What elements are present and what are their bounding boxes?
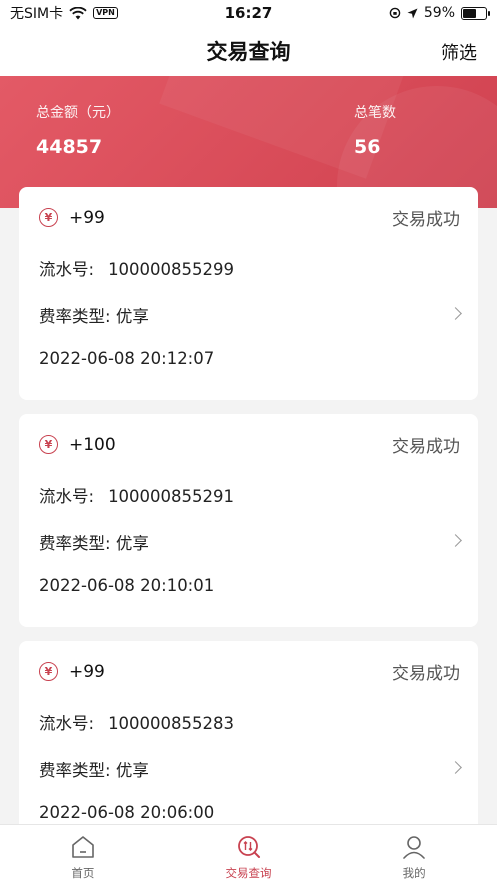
rate-label: 费率类型: (39, 534, 111, 553)
total-count-value: 56 (354, 136, 381, 158)
battery-percent: 59% (423, 5, 455, 21)
tab-transactions[interactable]: 交易查询 (166, 825, 332, 883)
serial-value: 100000855283 (108, 714, 235, 733)
rate-row: 费率类型: 优享 (39, 757, 149, 781)
tab-label: 交易查询 (225, 866, 272, 880)
battery-icon (461, 6, 490, 20)
transaction-status: 交易成功 (392, 210, 460, 230)
rate-label: 费率类型: (39, 307, 111, 326)
serial-row: 流水号: 100000855283 (39, 710, 234, 734)
transaction-status: 交易成功 (392, 664, 460, 684)
filter-button[interactable]: 筛选 (441, 39, 477, 65)
tab-label: 我的 (402, 866, 426, 880)
total-count-block: 总笔数 56 (354, 102, 396, 158)
rate-value: 优享 (115, 761, 149, 780)
transaction-datetime: 2022-06-08 20:10:01 (39, 576, 215, 595)
chevron-right-icon (449, 307, 462, 320)
chevron-right-icon (449, 534, 462, 547)
transaction-list: ¥ +99 交易成功 流水号: 100000855299 费率类型: 优享 202… (19, 187, 478, 868)
home-icon (72, 836, 94, 858)
yuan-icon: ¥ (39, 662, 58, 681)
carrier-text: 无SIM卡 (10, 6, 64, 22)
yuan-icon: ¥ (39, 208, 58, 227)
transaction-amount: +100 (69, 434, 116, 455)
wifi-icon (69, 6, 87, 19)
serial-label: 流水号: (39, 714, 95, 733)
rate-row: 费率类型: 优享 (39, 530, 149, 554)
transaction-icon (237, 836, 260, 858)
serial-label: 流水号: (39, 260, 95, 279)
rate-value: 优享 (115, 307, 149, 326)
status-bar: 无SIM卡 VPN 16:27 59% (0, 0, 497, 26)
rate-value: 优享 (115, 534, 149, 553)
yuan-icon: ¥ (39, 435, 58, 454)
transaction-card[interactable]: ¥ +99 交易成功 流水号: 100000855299 费率类型: 优享 202… (19, 187, 478, 400)
transaction-card[interactable]: ¥ +100 交易成功 流水号: 100000855291 费率类型: 优享 20… (19, 414, 478, 627)
chevron-right-icon (449, 761, 462, 774)
total-count-label: 总笔数 (354, 105, 396, 121)
tab-home[interactable]: 首页 (0, 825, 166, 883)
serial-value: 100000855291 (108, 487, 235, 506)
transaction-datetime: 2022-06-08 20:06:00 (39, 803, 215, 822)
user-icon (403, 836, 425, 859)
tab-mine[interactable]: 我的 (331, 825, 497, 883)
serial-label: 流水号: (39, 487, 95, 506)
total-amount-value: 44857 (36, 136, 103, 158)
serial-row: 流水号: 100000855291 (39, 483, 234, 507)
tab-label: 首页 (71, 866, 95, 880)
total-amount-block: 总金额（元） 44857 (36, 102, 120, 158)
transaction-datetime: 2022-06-08 20:12:07 (39, 349, 215, 368)
location-icon (407, 8, 418, 18)
clock: 16:27 (224, 4, 273, 22)
transaction-card[interactable]: ¥ +99 交易成功 流水号: 100000855283 费率类型: 优享 202… (19, 641, 478, 854)
transaction-amount: +99 (69, 207, 105, 228)
rate-row: 费率类型: 优享 (39, 303, 149, 327)
serial-row: 流水号: 100000855299 (39, 256, 234, 280)
page-title: 交易查询 (206, 40, 291, 64)
tab-bar: 首页 交易查询 我的 (0, 824, 497, 883)
orientation-lock-icon (389, 7, 401, 19)
transaction-status: 交易成功 (392, 437, 460, 457)
total-amount-label: 总金额（元） (36, 105, 120, 121)
rate-label: 费率类型: (39, 761, 111, 780)
vpn-badge: VPN (93, 7, 118, 19)
serial-value: 100000855299 (108, 260, 235, 279)
transaction-amount: +99 (69, 661, 105, 682)
nav-bar: 交易查询 筛选 (0, 26, 497, 76)
